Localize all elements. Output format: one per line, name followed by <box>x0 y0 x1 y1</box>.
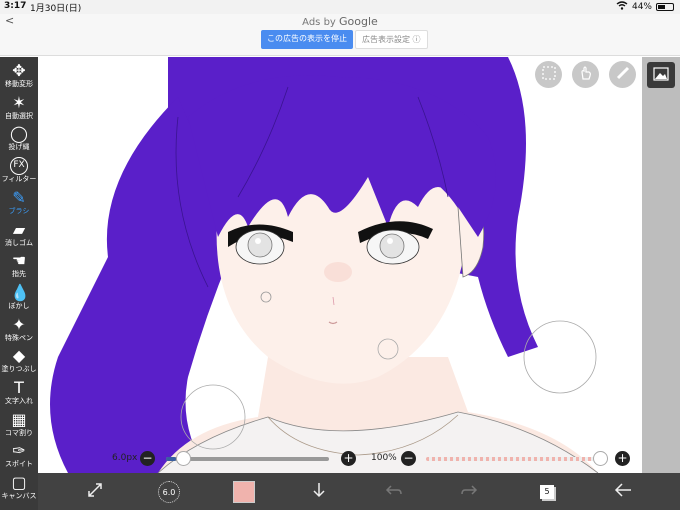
tool-eraser[interactable]: ▰ 消しゴム <box>0 219 38 251</box>
ads-by-label: Ads by <box>302 17 340 28</box>
ad-stop-button[interactable]: この広告の表示を停止 <box>261 30 353 49</box>
magic-wand-icon: ✶ <box>12 92 26 112</box>
tool-label: 消しゴム <box>5 238 33 247</box>
tool-blur-drop[interactable]: 💧 ぼかし <box>0 282 38 314</box>
hand-icon <box>579 65 593 84</box>
ruler-icon <box>616 65 630 84</box>
tool-lasso[interactable]: ◯ 投げ縄 <box>0 123 38 155</box>
eyedropper-icon: ✑ <box>12 441 26 461</box>
battery-icon <box>656 3 674 11</box>
tool-label: 移動変形 <box>5 80 33 88</box>
tool-label: キャンバス <box>1 492 37 501</box>
layers-button[interactable]: 5 <box>534 479 560 505</box>
left-arrow-icon <box>613 482 633 502</box>
ad-buttons: この広告の表示を停止 広告表示設定 ⓘ <box>261 30 428 49</box>
frame-divider-icon: ▦ <box>11 409 27 429</box>
tool-label: 塗りつぶし <box>1 365 37 374</box>
tool-label: 投げ縄 <box>8 143 30 152</box>
tool-sidebar: ✥ 移動変形 ✶ 自動選択 ◯ 投げ縄 FX フィルター ✎ ブラシ ▰ 消しゴム ☚ 指先 💧 ぼかし ✦ 特殊… <box>0 57 38 510</box>
selection-toggle-button[interactable] <box>535 61 562 88</box>
redo-icon <box>460 482 478 502</box>
special-pen-icon: ✦ <box>12 314 26 334</box>
tool-label: 自動選択 <box>5 111 33 120</box>
resize-arrows-icon <box>86 481 104 503</box>
ad-settings-button[interactable]: 広告表示設定 ⓘ <box>355 30 428 49</box>
layer-count: 5 <box>540 485 554 499</box>
transform-button[interactable] <box>82 479 108 505</box>
color-button[interactable] <box>231 479 257 505</box>
brush-preview-icon: 6.0 <box>158 481 180 503</box>
tool-finger-smudge[interactable]: ☚ 指先 <box>0 250 38 282</box>
tool-label: スポイト <box>5 460 33 469</box>
size-increase-button[interactable]: + <box>341 451 356 466</box>
filter-fx-icon: FX <box>10 157 28 176</box>
artwork <box>50 57 599 473</box>
tool-brush[interactable]: ✎ ブラシ <box>0 187 38 219</box>
image-icon <box>653 66 669 85</box>
tool-magic-wand[interactable]: ✶ 自動選択 <box>0 92 38 124</box>
status-right: 44% <box>616 1 674 13</box>
tool-text[interactable]: T 文字入れ <box>0 377 38 409</box>
opacity-slider-track[interactable] <box>426 457 601 461</box>
status-bar: 3:17 1月30日(日) 44% <box>0 0 680 14</box>
tool-canvas[interactable]: ▢ キャンバス <box>0 472 38 504</box>
google-label: Google <box>339 15 378 28</box>
text-icon: T <box>14 378 24 397</box>
eraser-icon: ▰ <box>12 219 26 239</box>
material-button[interactable] <box>647 62 675 88</box>
blur-drop-icon: 💧 <box>10 282 30 302</box>
app-screen: 3:17 1月30日(日) 44% < Ads by Google この広告の表… <box>0 0 680 510</box>
tool-filter-fx[interactable]: FX フィルター <box>0 155 38 187</box>
brush-icon: ✎ <box>12 187 26 207</box>
brush-size-indicator[interactable]: 6.0 <box>156 479 182 505</box>
fill-bucket-icon: ◆ <box>12 346 26 366</box>
drawing-canvas[interactable] <box>38 57 642 473</box>
brush-slider-row: 6.0px − + 100% − + <box>100 448 640 470</box>
tool-special-pen[interactable]: ✦ 特殊ペン <box>0 314 38 346</box>
move-icon: ✥ <box>12 61 26 80</box>
tool-eyedropper[interactable]: ✑ スポイト <box>0 440 38 472</box>
undo-icon <box>385 482 403 502</box>
size-slider-knob[interactable] <box>176 451 191 466</box>
undo-button[interactable] <box>381 479 407 505</box>
tool-label: ブラシ <box>8 206 30 215</box>
tool-label: ぼかし <box>8 301 30 310</box>
opacity-label: 100% <box>371 453 397 463</box>
battery-percent: 44% <box>631 2 652 12</box>
opacity-increase-button[interactable]: + <box>615 451 630 466</box>
redo-button[interactable] <box>456 479 482 505</box>
bottom-toolbar: 6.0 5 <box>38 473 680 510</box>
tool-fill-bucket[interactable]: ◆ 塗りつぶし <box>0 345 38 377</box>
tool-frame-divider[interactable]: ▦ コマ割り <box>0 409 38 441</box>
hand-tool-button[interactable] <box>572 61 599 88</box>
ads-by-google: Ads by Google <box>0 15 680 28</box>
dashed-selection-icon <box>541 65 556 84</box>
right-margin <box>642 57 680 473</box>
status-time: 3:17 <box>4 1 27 11</box>
brush-size-label: 6.0px <box>112 453 138 463</box>
size-slider-fill <box>166 457 176 461</box>
download-button[interactable] <box>306 479 332 505</box>
canvas-icon: ▢ <box>11 473 27 493</box>
opacity-slider-knob[interactable] <box>593 451 608 466</box>
finger-smudge-icon: ☚ <box>11 251 27 271</box>
opacity-decrease-button[interactable]: − <box>401 451 416 466</box>
wifi-icon <box>616 1 628 13</box>
lasso-icon: ◯ <box>10 124 28 144</box>
color-swatch <box>233 481 255 503</box>
status-date: 1月30日(日) <box>30 4 82 14</box>
tool-label: 文字入れ <box>5 397 33 405</box>
tool-label: コマ割り <box>5 428 33 437</box>
tool-move[interactable]: ✥ 移動変形 <box>0 60 38 92</box>
size-decrease-button[interactable]: − <box>140 451 155 466</box>
tool-label: フィルター <box>1 175 37 184</box>
down-arrow-icon <box>311 481 327 503</box>
tool-label: 指先 <box>12 270 26 279</box>
ad-banner: < Ads by Google この広告の表示を停止 広告表示設定 ⓘ <box>0 14 680 56</box>
ruler-button[interactable] <box>609 61 636 88</box>
tool-label: 特殊ペン <box>5 333 33 342</box>
back-button[interactable] <box>610 479 636 505</box>
